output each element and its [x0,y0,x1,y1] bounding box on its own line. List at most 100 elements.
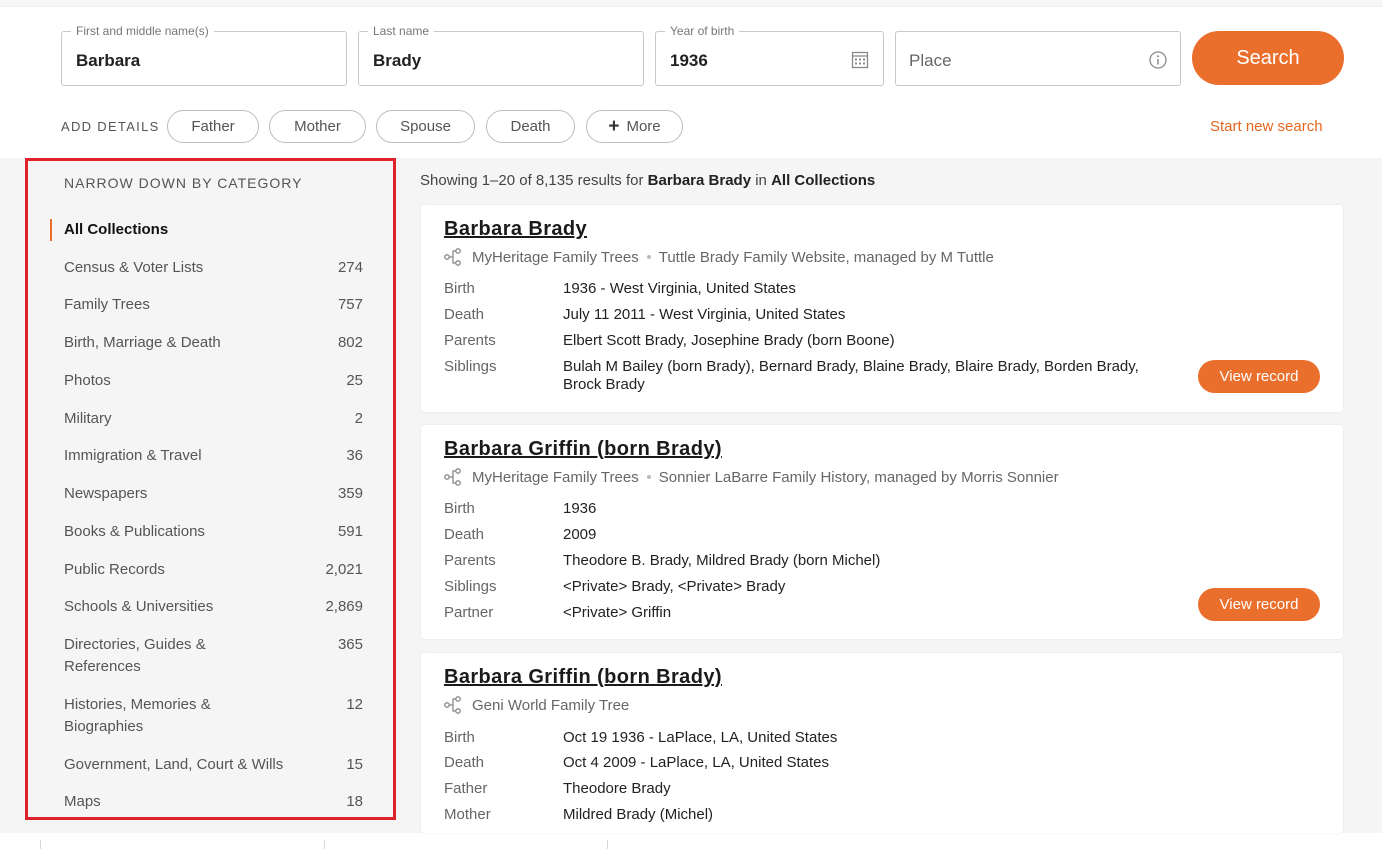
field-label: Birth [444,500,475,517]
view-record-button[interactable]: View record [1198,588,1320,621]
info-icon[interactable] [1148,50,1168,70]
category-count: 2,021 [325,561,363,578]
spouse-chip[interactable]: Spouse [376,110,475,143]
field-label: Partner [444,604,494,621]
calendar-icon[interactable] [851,51,869,69]
sidebar-title: NARROW DOWN BY CATEGORY [64,175,303,191]
last-name-field[interactable]: Last name Brady [358,24,644,86]
first-name-label: First and middle name(s) [71,24,214,38]
field-value: Oct 4 2009 - LaPlace, LA, United States [563,754,829,771]
field-label: Death [444,306,485,323]
category-count: 274 [337,259,363,276]
category-family-trees[interactable]: Family Trees [64,294,150,316]
field-value: Elbert Scott Brady, Josephine Brady (bor… [563,332,895,349]
category-count: 18 [346,793,363,810]
birth-year-value: 1936 [670,51,708,70]
field-label: Mother [444,806,491,823]
divider [607,840,608,849]
divider [40,840,41,849]
category-count: 15 [346,756,363,773]
category-schools[interactable]: Schools & Universities [64,596,213,618]
results-summary: Showing 1–20 of 8,135 results for Barbar… [420,172,875,189]
field-value: Theodore B. Brady, Mildred Brady (born M… [563,552,881,569]
field-value: Theodore Brady [563,780,671,797]
field-label: Birth [444,729,475,746]
field-label: Parents [444,332,496,349]
mother-chip[interactable]: Mother [269,110,366,143]
last-name-label: Last name [368,24,435,38]
place-field[interactable]: Place [895,31,1181,86]
separator-dot [646,255,651,259]
result-name-link[interactable]: Barbara Griffin (born Brady) [444,438,722,461]
search-button[interactable]: Search [1192,31,1344,85]
category-histories[interactable]: Histories, Memories & Biographies [64,694,229,738]
father-chip[interactable]: Father [167,110,259,143]
first-name-field[interactable]: First and middle name(s) Barbara [61,24,347,86]
field-value: <Private> Brady, <Private> Brady [563,578,786,595]
category-books[interactable]: Books & Publications [64,521,205,543]
death-chip[interactable]: Death [486,110,575,143]
category-newspapers[interactable]: Newspapers [64,483,147,505]
field-value: Oct 19 1936 - LaPlace, LA, United States [563,729,838,746]
category-count: 2,869 [325,598,363,615]
more-chip[interactable]: + More [586,110,683,143]
category-count: 365 [337,636,363,653]
field-label: Parents [444,552,496,569]
field-value: 1936 - West Virginia, United States [563,280,796,297]
field-label: Father [444,780,488,797]
field-label: Birth [444,280,475,297]
category-count: 36 [346,447,363,464]
category-photos[interactable]: Photos [64,370,111,392]
result-name-link[interactable]: Barbara Griffin (born Brady) [444,666,722,689]
birth-year-field[interactable]: Year of birth 1936 [655,24,884,86]
plus-icon: + [608,116,620,137]
summary-query: Barbara Brady [647,172,752,189]
category-maps[interactable]: Maps [64,791,101,813]
category-military[interactable]: Military [64,408,112,430]
field-value: 2009 [563,526,597,543]
place-placeholder: Place [909,51,952,70]
category-directories[interactable]: Directories, Guides & References [64,634,229,678]
field-label: Death [444,754,485,771]
summary-collection: All Collections [771,172,876,189]
start-new-search-link[interactable]: Start new search [1210,118,1323,135]
field-value: July 11 2011 - West Virginia, United Sta… [563,306,846,323]
category-government[interactable]: Government, Land, Court & Wills [64,754,283,776]
category-census[interactable]: Census & Voter Lists [64,257,203,279]
field-label: Siblings [444,578,497,595]
active-indicator [50,219,52,241]
result-name-link[interactable]: Barbara Brady [444,218,587,241]
result-card: Barbara Griffin (born Brady) MyHeritage … [421,425,1343,639]
source-name[interactable]: MyHeritage Family Trees [472,469,639,486]
source-name[interactable]: Geni World Family Tree [472,697,629,714]
summary-middle: in [755,172,767,189]
category-public-records[interactable]: Public Records [64,559,165,581]
field-value: 1936 [563,500,597,517]
category-sidebar: NARROW DOWN BY CATEGORY All Collections … [25,158,396,820]
family-tree-icon [444,248,461,266]
category-immigration[interactable]: Immigration & Travel [64,445,202,467]
category-count: 802 [337,334,363,351]
field-value: Bulah M Bailey (born Brady), Bernard Bra… [563,358,1139,393]
family-tree-icon [444,696,461,714]
summary-prefix: Showing 1–20 of 8,135 results for [420,172,644,189]
result-source: MyHeritage Family Trees Sonnier LaBarre … [444,468,1059,486]
view-record-button[interactable]: View record [1198,360,1320,393]
category-all-collections[interactable]: All Collections [64,219,168,241]
category-count: 757 [337,296,363,313]
birth-year-label: Year of birth [665,24,740,38]
category-birth-marriage-death[interactable]: Birth, Marriage & Death [64,332,221,354]
family-tree-icon [444,468,461,486]
more-chip-label: More [626,118,661,135]
category-count: 2 [354,410,363,427]
add-details-label: ADD DETAILS [61,119,160,134]
top-bar [0,0,1382,7]
last-name-value: Brady [373,51,422,70]
source-name[interactable]: MyHeritage Family Trees [472,249,639,266]
separator-dot [646,475,651,479]
footer-strip [0,833,1382,849]
result-card: Barbara Brady MyHeritage Family Trees Tu… [421,205,1343,412]
field-value: <Private> Griffin [563,604,672,621]
category-count: 591 [337,523,363,540]
category-count: 359 [337,485,363,502]
